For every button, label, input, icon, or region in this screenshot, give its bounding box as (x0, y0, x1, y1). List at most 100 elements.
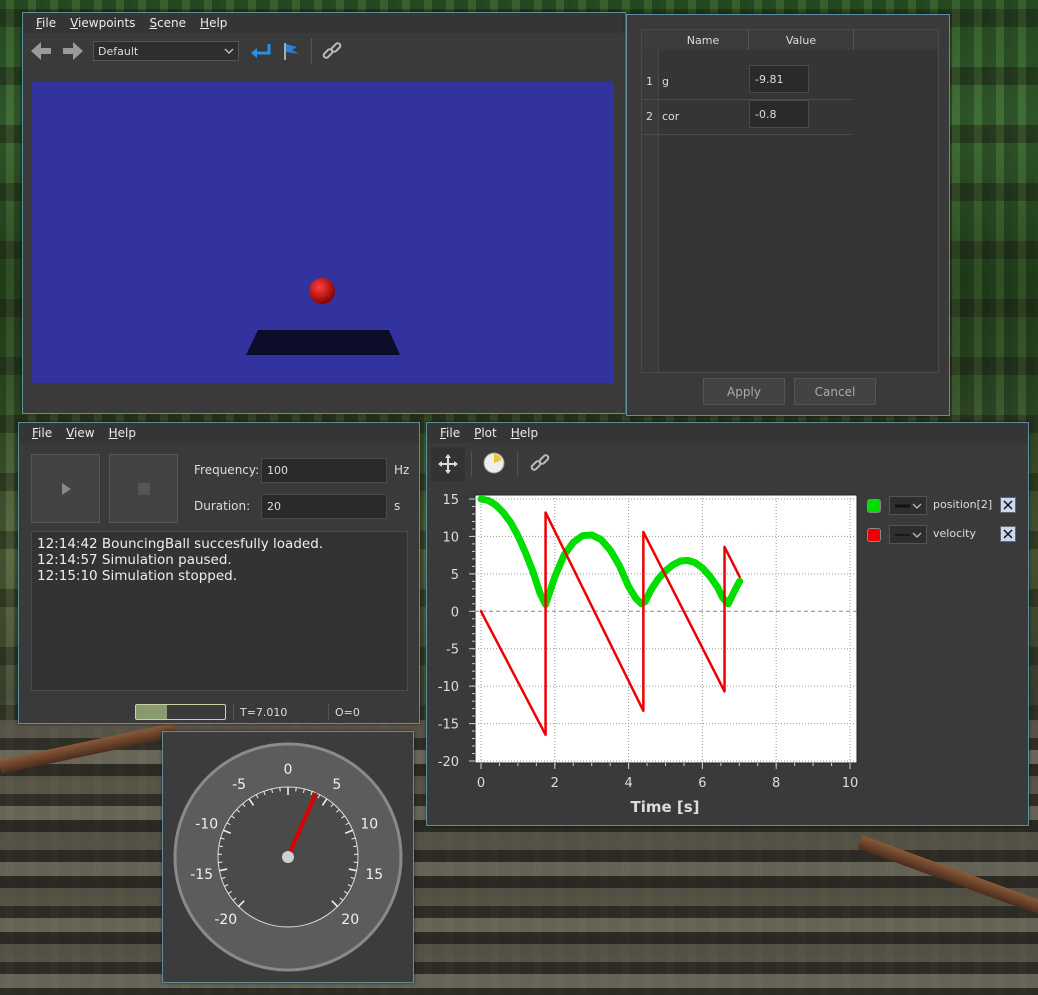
legend-label: position[2] (933, 498, 993, 511)
column-header-value[interactable]: Value (749, 30, 854, 50)
row-index: 2 (646, 110, 653, 123)
legend-label: velocity (933, 527, 976, 540)
plot-canvas (474, 494, 858, 764)
plot-area[interactable]: 0 2 4 6 8 10 15 10 5 0 -5 -10 -15 -20 Time [s] (427, 481, 867, 825)
forward-arrow-icon[interactable] (61, 40, 85, 62)
simulation-control-window: File View Help Frequency: 100 Hz Duratio… (18, 422, 420, 724)
scene-canvas[interactable] (32, 82, 614, 383)
duration-label: Duration: (194, 499, 251, 513)
gauge-tick-label: 15 (365, 867, 383, 883)
gauge-tick-label: 10 (360, 816, 378, 832)
series-color-swatch[interactable] (867, 499, 881, 513)
toolbar-separator (311, 38, 312, 64)
toolbar-separator (517, 451, 518, 477)
line-style-icon (895, 503, 922, 509)
gauge-window: -20 -15 -10 -5 0 5 10 15 20 (162, 731, 414, 983)
x-tick-label: 0 (477, 776, 485, 791)
autoscale-button[interactable] (482, 451, 506, 478)
stop-icon (137, 482, 150, 495)
row-index: 1 (646, 75, 653, 88)
y-tick-label: 15 (442, 493, 459, 508)
y-tick-label: -15 (438, 718, 459, 733)
menu-help[interactable]: Help (504, 426, 545, 440)
gauge-tick-label: 0 (284, 762, 293, 778)
bouncing-ball (309, 278, 335, 304)
move-arrows-icon (438, 454, 458, 474)
close-icon (1003, 500, 1013, 510)
y-tick-label: 0 (451, 605, 459, 620)
duration-field[interactable]: 20 (261, 494, 387, 519)
flag-icon[interactable] (281, 40, 303, 62)
param-value-field[interactable]: -0.8 (749, 100, 809, 128)
gauge-tick-label: 5 (332, 777, 341, 793)
menu-help[interactable]: Help (193, 16, 234, 30)
log-line: 12:15:10 Simulation stopped. (37, 568, 238, 584)
table-row[interactable]: 2 cor -0.8 (642, 100, 853, 135)
gauge-tick-label: -20 (214, 912, 237, 928)
plot-window: File Plot Help 0 2 4 6 8 10 15 10 5 0 -5 -10 -15 -20 … (426, 422, 1029, 826)
menu-viewpoints[interactable]: Viewpoints (63, 16, 142, 30)
gauge-tick-label: 20 (341, 912, 359, 928)
return-arrow-icon[interactable] (247, 40, 273, 62)
table-row[interactable]: 1 g -9.81 (642, 65, 853, 100)
menu-file[interactable]: File (25, 426, 59, 440)
y-tick-label: -20 (438, 755, 459, 770)
line-style-select[interactable] (889, 525, 927, 544)
legend-item[interactable]: position[2] (867, 496, 1017, 516)
line-style-icon (895, 532, 922, 538)
ground-platform (246, 330, 400, 355)
y-tick-label: 10 (442, 530, 459, 545)
y-tick-label: -5 (446, 643, 459, 658)
gauge-tick-label: -5 (232, 777, 246, 793)
menu-file[interactable]: File (29, 16, 63, 30)
progress-fill (136, 705, 168, 719)
gauge-dial: -20 -15 -10 -5 0 5 10 15 20 (173, 742, 403, 972)
x-tick-label: 10 (842, 776, 859, 791)
line-style-select[interactable] (889, 496, 927, 515)
duration-unit: s (394, 499, 401, 513)
play-button[interactable] (31, 454, 100, 523)
column-header-name[interactable]: Name (658, 30, 749, 50)
status-overruns: O=0 (335, 706, 360, 719)
remove-series-button[interactable] (1000, 497, 1016, 513)
parameters-window: Name Value 1 g -9.81 2 cor -0.8 Apply Ca… (626, 14, 950, 416)
param-name: cor (662, 110, 680, 123)
gauge-tick-label: -15 (190, 867, 213, 883)
apply-button[interactable]: Apply (703, 378, 785, 405)
cancel-button[interactable]: Cancel (794, 378, 876, 405)
menu-help[interactable]: Help (102, 426, 143, 440)
toolbar-separator (471, 451, 472, 477)
menu-scene[interactable]: Scene (142, 16, 193, 30)
progress-bar (135, 704, 226, 720)
plot-menubar: File Plot Help (427, 423, 1028, 443)
param-name: g (662, 75, 669, 88)
frequency-field[interactable]: 100 (261, 458, 387, 483)
log-line: 12:14:42 BouncingBall succesfully loaded… (37, 536, 324, 552)
viewpoint-select[interactable]: Default (93, 41, 239, 61)
gauge-hub (282, 851, 294, 863)
x-tick-label: 8 (772, 776, 780, 791)
frequency-unit: Hz (394, 463, 410, 477)
close-icon (1003, 529, 1013, 539)
menu-plot[interactable]: Plot (467, 426, 504, 440)
stop-button[interactable] (109, 454, 178, 523)
chevron-down-icon (224, 48, 234, 55)
back-arrow-icon[interactable] (29, 40, 53, 62)
play-icon (61, 482, 71, 495)
log-panel[interactable]: 12:14:42 BouncingBall succesfully loaded… (31, 531, 408, 691)
pan-tool-button[interactable] (431, 447, 465, 481)
series-color-swatch[interactable] (867, 528, 881, 542)
menu-file[interactable]: File (433, 426, 467, 440)
parameters-table: Name Value 1 g -9.81 2 cor -0.8 (641, 29, 939, 373)
scene-svg (32, 82, 614, 383)
menu-view[interactable]: View (59, 426, 101, 440)
link-icon[interactable] (528, 451, 552, 475)
scene-viewer-window: File Viewpoints Scene Help Default (22, 12, 626, 414)
remove-series-button[interactable] (1000, 526, 1016, 542)
param-value-field[interactable]: -9.81 (749, 65, 809, 93)
status-separator (328, 704, 329, 720)
link-icon[interactable] (320, 39, 344, 63)
legend-item[interactable]: velocity (867, 525, 1017, 545)
log-line: 12:14:57 Simulation paused. (37, 552, 232, 568)
x-tick-label: 2 (551, 776, 559, 791)
